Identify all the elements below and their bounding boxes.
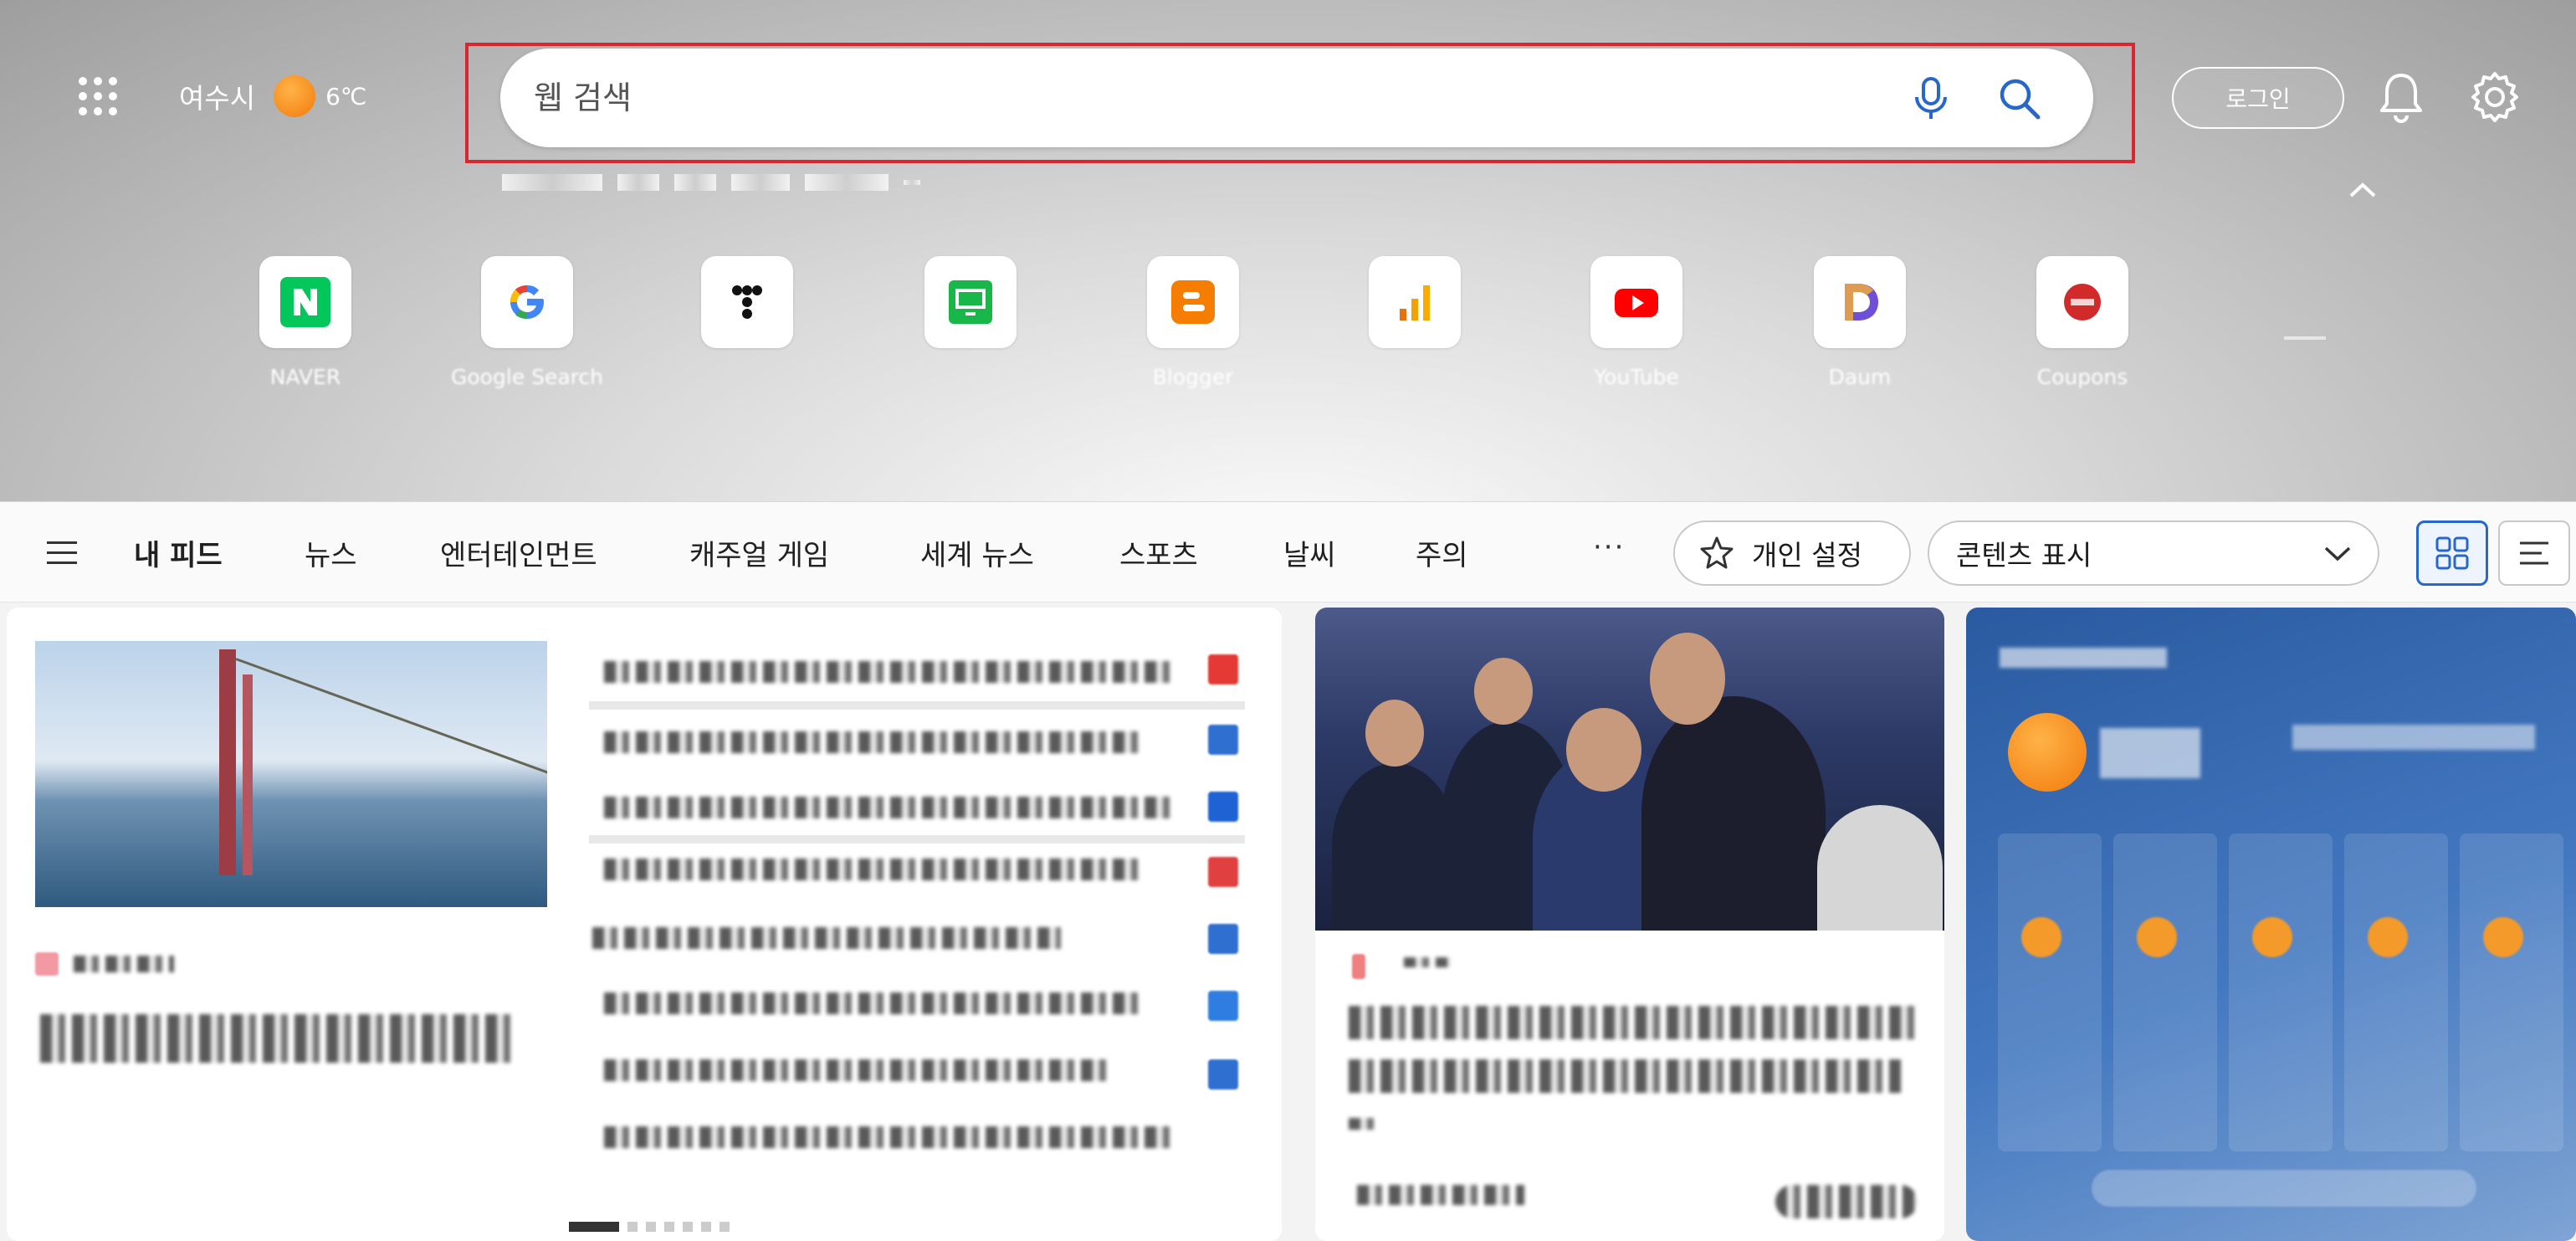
forecast-day[interactable] <box>2229 833 2333 1151</box>
tab-weather[interactable]: 날씨 <box>1283 531 1336 574</box>
youtube-icon <box>1615 289 1658 317</box>
content-display-label: 콘텐츠 표시 <box>1956 539 2092 572</box>
forecast-day[interactable] <box>1998 833 2102 1151</box>
feed-nav-bar: 내 피드 뉴스 엔터테인먼트 캐주얼 게임 세계 뉴스 스포츠 날씨 주의 ··… <box>0 502 2576 603</box>
tistory-icon <box>732 285 762 319</box>
source-logo <box>1208 857 1238 887</box>
list-view-icon <box>2520 541 2548 565</box>
menu-icon[interactable] <box>47 541 77 565</box>
shortcut-analytics[interactable] <box>1335 256 1494 407</box>
news-photo <box>1315 608 1944 931</box>
google-icon <box>510 285 544 319</box>
blurred-list-item[interactable] <box>604 1126 1173 1148</box>
source-logo <box>35 952 59 976</box>
blurred-weather-detail <box>2292 725 2535 750</box>
microphone-icon[interactable] <box>1906 74 1956 124</box>
sun-icon <box>2008 713 2087 792</box>
top-stories-card[interactable] <box>7 608 1282 1241</box>
list-view-button[interactable] <box>2498 521 2570 586</box>
analytics-icon <box>1400 285 1430 321</box>
blurred-source <box>74 956 174 972</box>
shortcut-blogger[interactable]: Blogger <box>1114 256 1273 407</box>
tab-caution[interactable]: 주의 <box>1416 531 1468 574</box>
blurred-source <box>1404 957 1451 967</box>
blogger-icon <box>1171 280 1215 324</box>
tab-casual-games[interactable]: 캐주얼 게임 <box>689 531 829 574</box>
source-logo <box>1208 924 1238 954</box>
naver-icon <box>280 277 330 327</box>
grid-view-button[interactable] <box>2416 521 2488 586</box>
source-logo <box>1208 1059 1238 1090</box>
shortcut-tiles: NAVER Google Search Blogger YouTube Daum… <box>0 256 2576 407</box>
news-card[interactable] <box>1315 608 1944 1241</box>
source-logo <box>1208 654 1238 685</box>
shortcut-naver[interactable]: NAVER <box>226 256 385 407</box>
blurred-temperature <box>2100 728 2200 778</box>
blurred-headline <box>1349 1118 1374 1130</box>
tab-sports[interactable]: 스포츠 <box>1119 531 1198 574</box>
location-label: 여수시 <box>179 82 256 115</box>
source-logo <box>1208 725 1238 755</box>
tab-entertainment[interactable]: 엔터테인먼트 <box>440 531 597 574</box>
carousel-indicator[interactable] <box>569 1222 730 1232</box>
blurred-weather-title <box>2000 648 2167 668</box>
blurred-headline <box>40 1014 517 1063</box>
blurred-meta <box>1357 1185 1524 1205</box>
blurred-headline <box>1349 1059 1901 1093</box>
temperature-value: 6℃ <box>325 82 367 110</box>
search-bar[interactable] <box>500 49 2093 147</box>
shortcut-coupons[interactable]: Coupons <box>2003 256 2162 407</box>
bridge-image[interactable] <box>35 641 547 907</box>
tab-my-feed[interactable]: 내 피드 <box>134 531 223 574</box>
more-shortcuts-indicator[interactable] <box>2284 336 2326 340</box>
blurred-list-item[interactable] <box>604 797 1173 818</box>
apps-grid-icon[interactable] <box>79 77 117 115</box>
coupons-icon <box>2064 284 2101 321</box>
blurred-quicklinks-text <box>502 167 1063 197</box>
monitor-app-icon <box>949 280 992 324</box>
blurred-headline <box>1349 1006 1918 1039</box>
shortcut-monitor-app[interactable] <box>891 256 1050 407</box>
forecast-day[interactable] <box>2460 833 2563 1151</box>
forecast-row <box>1998 833 2563 1151</box>
shortcut-google[interactable]: Google Search <box>448 256 607 407</box>
shortcut-tistory[interactable] <box>668 256 827 407</box>
blurred-list-item[interactable] <box>592 927 1061 949</box>
forecast-day[interactable] <box>2344 833 2448 1151</box>
search-icon[interactable] <box>1995 74 2045 124</box>
source-logo <box>1208 792 1238 822</box>
source-logo <box>1352 954 1365 979</box>
blurred-list-item[interactable] <box>604 731 1139 753</box>
weather-widget[interactable]: 여수시 6℃ <box>179 75 366 117</box>
search-input[interactable] <box>534 49 1789 147</box>
chevron-up-icon[interactable] <box>2346 177 2379 203</box>
gear-icon[interactable] <box>2468 70 2522 124</box>
source-logo <box>1208 991 1238 1021</box>
more-tabs-button[interactable]: ··· <box>1593 531 1625 564</box>
blurred-reactions[interactable] <box>1775 1185 1918 1218</box>
chevron-down-icon <box>2324 546 2351 562</box>
bell-icon[interactable] <box>2376 70 2426 124</box>
blurred-list-item[interactable] <box>604 661 1173 683</box>
tab-news[interactable]: 뉴스 <box>305 531 357 574</box>
sun-icon <box>274 75 316 117</box>
shortcut-youtube[interactable]: YouTube <box>1557 256 1716 407</box>
personalize-label: 개인 설정 <box>1752 539 1862 572</box>
grid-view-icon <box>2435 536 2469 570</box>
tab-world-news[interactable]: 세계 뉴스 <box>920 531 1034 574</box>
blurred-list-item[interactable] <box>604 859 1139 880</box>
star-edit-icon <box>1700 536 1734 569</box>
blurred-list-item[interactable] <box>604 992 1139 1014</box>
top-banner: 여수시 6℃ 로그인 NAVER <box>0 0 2576 502</box>
personalize-button[interactable]: 개인 설정 <box>1673 521 1911 586</box>
content-display-select[interactable]: 콘텐츠 표시 <box>1928 521 2379 586</box>
forecast-day[interactable] <box>2113 833 2217 1151</box>
login-button[interactable]: 로그인 <box>2172 67 2344 129</box>
daum-icon <box>1845 284 1878 321</box>
weather-card[interactable] <box>1966 608 2576 1241</box>
blurred-list-item[interactable] <box>604 1059 1106 1081</box>
weather-more-link[interactable] <box>2092 1170 2476 1207</box>
shortcut-daum[interactable]: Daum <box>1780 256 1939 407</box>
